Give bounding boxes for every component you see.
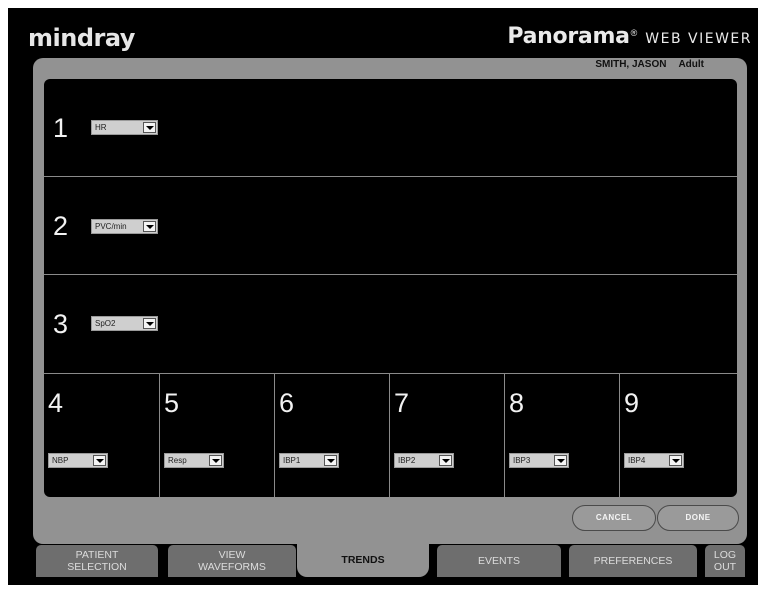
trend-number: 7 xyxy=(394,388,410,418)
trend-panel: 1 HR 2 PVC/min 3 SpO2 4 NBP 5 Resp 6 IBP… xyxy=(44,79,737,497)
select-value: SpO2 xyxy=(95,319,116,328)
trend-2-parameter-select[interactable]: PVC/min xyxy=(91,219,158,234)
registered-mark: ® xyxy=(630,28,638,38)
trend-cell-7: 7 IBP2 xyxy=(390,374,505,497)
select-value: Resp xyxy=(168,456,187,465)
chevron-down-icon[interactable] xyxy=(143,221,156,232)
product-suffix: WEB VIEWER xyxy=(645,31,752,47)
tab-view-waveforms[interactable]: VIEW WAVEFORMS xyxy=(168,545,296,577)
tab-preferences[interactable]: PREFERENCES xyxy=(569,545,697,577)
chevron-down-icon[interactable] xyxy=(439,455,452,466)
trend-7-parameter-select[interactable]: IBP2 xyxy=(394,453,454,468)
trend-number: 3 xyxy=(53,309,69,339)
trend-number: 1 xyxy=(53,113,69,143)
product-name: Panorama xyxy=(507,24,630,49)
chevron-down-icon[interactable] xyxy=(143,318,156,329)
select-value: PVC/min xyxy=(95,222,127,231)
select-value: HR xyxy=(95,123,107,132)
chevron-down-icon[interactable] xyxy=(324,455,337,466)
trend-6-parameter-select[interactable]: IBP1 xyxy=(279,453,339,468)
done-button[interactable]: DONE xyxy=(657,505,739,531)
trend-number: 6 xyxy=(279,388,295,418)
chevron-down-icon[interactable] xyxy=(669,455,682,466)
patient-info: SMITH, JASON Adult xyxy=(595,59,704,70)
trend-grid: 4 NBP 5 Resp 6 IBP1 7 IBP2 8 IBP3 9 IBP4 xyxy=(44,373,737,497)
trend-cell-6: 6 IBP1 xyxy=(275,374,390,497)
trend-8-parameter-select[interactable]: IBP3 xyxy=(509,453,569,468)
patient-name: SMITH, JASON xyxy=(595,59,667,70)
trend-row-1: 1 HR xyxy=(44,79,737,177)
trend-number: 8 xyxy=(509,388,525,418)
tab-log-out[interactable]: LOG OUT xyxy=(705,545,745,577)
trend-number: 2 xyxy=(53,211,69,241)
trend-9-parameter-select[interactable]: IBP4 xyxy=(624,453,684,468)
chevron-down-icon[interactable] xyxy=(554,455,567,466)
trend-number: 9 xyxy=(624,388,640,418)
trend-cell-4: 4 NBP xyxy=(44,374,160,497)
mindray-logo: mindray xyxy=(28,24,135,52)
trend-5-parameter-select[interactable]: Resp xyxy=(164,453,224,468)
chevron-down-icon[interactable] xyxy=(143,122,156,133)
trend-3-parameter-select[interactable]: SpO2 xyxy=(91,316,158,331)
select-value: IBP4 xyxy=(628,456,646,465)
select-value: IBP2 xyxy=(398,456,416,465)
trend-1-parameter-select[interactable]: HR xyxy=(91,120,158,135)
select-value: IBP1 xyxy=(283,456,301,465)
trend-number: 5 xyxy=(164,388,180,418)
tab-events[interactable]: EVENTS xyxy=(437,545,561,577)
trend-row-2: 2 PVC/min xyxy=(44,177,737,275)
select-value: IBP3 xyxy=(513,456,531,465)
trend-cell-8: 8 IBP3 xyxy=(505,374,620,497)
patient-category: Adult xyxy=(678,59,704,70)
chevron-down-icon[interactable] xyxy=(209,455,222,466)
cancel-button[interactable]: CANCEL xyxy=(572,505,656,531)
tab-patient-selection[interactable]: PATIENT SELECTION xyxy=(36,545,158,577)
trend-cell-9: 9 IBP4 xyxy=(620,374,737,497)
trend-number: 4 xyxy=(48,388,64,418)
chevron-down-icon[interactable] xyxy=(93,455,106,466)
select-value: NBP xyxy=(52,456,69,465)
tab-trends[interactable]: TRENDS xyxy=(297,542,429,577)
trend-row-3: 3 SpO2 xyxy=(44,275,737,372)
trend-4-parameter-select[interactable]: NBP xyxy=(48,453,108,468)
trend-cell-5: 5 Resp xyxy=(160,374,275,497)
panorama-logo: Panorama® WEB VIEWER xyxy=(507,24,752,49)
